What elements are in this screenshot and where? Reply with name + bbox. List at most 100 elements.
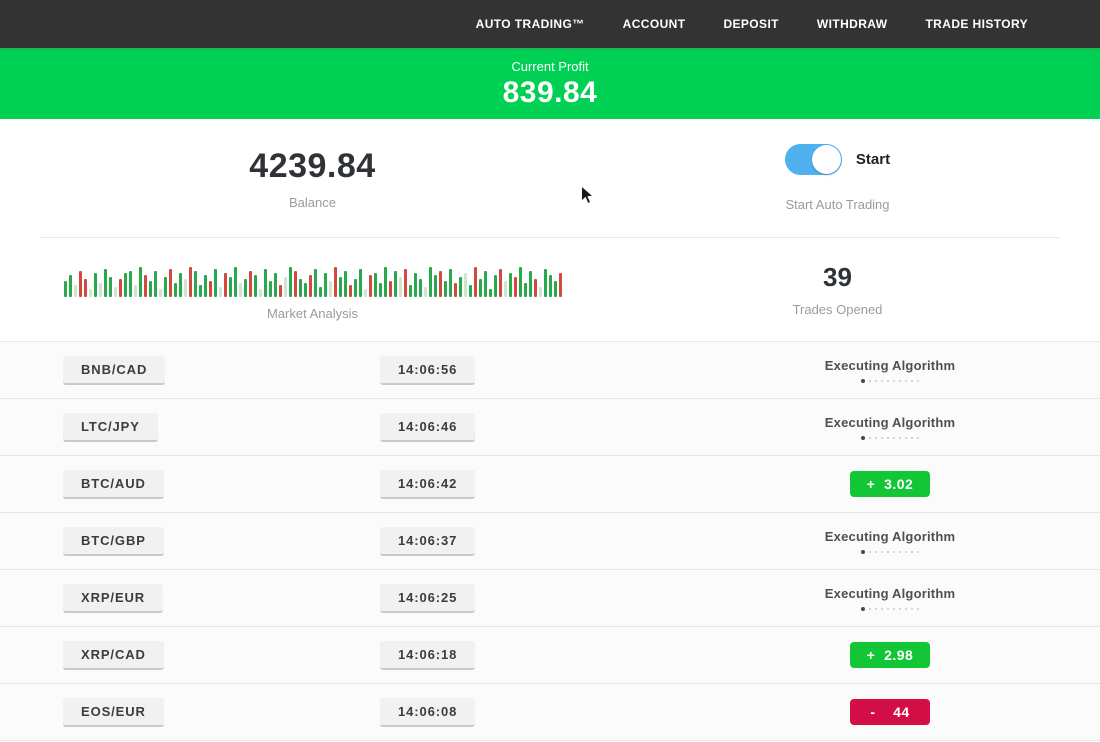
chart-bar: [154, 271, 157, 297]
loss-badge: - 44: [850, 699, 930, 725]
chart-bar: [289, 267, 292, 297]
chart-bar: [134, 285, 137, 297]
nav-item-withdraw[interactable]: WITHDRAW: [817, 17, 888, 31]
chart-bar: [284, 277, 287, 297]
chart-bar: [184, 279, 187, 297]
chart-bar: [559, 273, 562, 297]
chart-bar: [464, 273, 467, 297]
chart-bar: [214, 269, 217, 297]
time-pill: 14:06:18: [380, 641, 475, 670]
chart-bar: [519, 267, 522, 297]
status-cell: Executing Algorithm: [680, 415, 1100, 440]
chart-bar: [374, 273, 377, 297]
time-pill: 14:06:25: [380, 584, 475, 613]
chart-bar: [404, 269, 407, 297]
chart-bar: [514, 277, 517, 297]
chart-bar: [294, 271, 297, 297]
start-auto-trading-label: Start Auto Trading: [785, 197, 889, 212]
chart-bar: [329, 281, 332, 297]
status-cell: + 2.98: [680, 642, 1100, 668]
executing-algorithm-label: Executing Algorithm: [825, 415, 955, 430]
chart-bar: [249, 271, 252, 297]
time-pill: 14:06:42: [380, 470, 475, 499]
nav-item-deposit[interactable]: DEPOSIT: [723, 17, 778, 31]
chart-bar: [499, 269, 502, 297]
chart-bar: [144, 275, 147, 297]
nav-item-auto-trading-[interactable]: AUTO TRADING™: [476, 17, 585, 31]
table-row: XRP/EUR 14:06:25 Executing Algorithm: [0, 570, 1100, 627]
chart-bar: [474, 267, 477, 297]
chart-bar: [89, 289, 92, 297]
chart-bar: [109, 277, 112, 297]
top-navbar: AUTO TRADING™ ACCOUNT DEPOSIT WITHDRAW TRADE…: [0, 0, 1100, 48]
chart-bar: [529, 271, 532, 297]
current-profit-banner: Current Profit 839.84: [0, 48, 1100, 119]
chart-bar: [394, 271, 397, 297]
chart-bar: [309, 275, 312, 297]
table-row: XRP/CAD 14:06:18 + 2.98: [0, 627, 1100, 684]
chart-bar: [399, 277, 402, 297]
auto-trading-toggle[interactable]: [785, 144, 842, 175]
chart-bar: [539, 287, 542, 297]
profit-badge: + 2.98: [850, 642, 930, 668]
pair-pill: EOS/EUR: [63, 698, 164, 727]
chart-bar: [554, 281, 557, 297]
chart-bar: [304, 283, 307, 297]
chart-bar: [104, 269, 107, 297]
chart-bar: [124, 273, 127, 297]
chart-bar: [504, 281, 507, 297]
current-profit-label: Current Profit: [511, 59, 588, 74]
chart-bar: [69, 275, 72, 297]
chart-bar: [279, 285, 282, 297]
chart-bar: [479, 279, 482, 297]
trades-opened-label: Trades Opened: [793, 302, 883, 317]
chart-bar: [224, 273, 227, 297]
chart-bar: [159, 289, 162, 297]
chart-bar: [264, 269, 267, 297]
pair-pill: BTC/AUD: [63, 470, 164, 499]
chart-bar: [199, 285, 202, 297]
chart-bar: [229, 277, 232, 297]
market-analysis-label: Market Analysis: [267, 306, 358, 321]
chart-bar: [139, 267, 142, 297]
chart-bar: [524, 283, 527, 297]
balance-section: 4239.84 Balance Start Start Auto Trading: [0, 119, 1100, 237]
table-row: BTC/AUD 14:06:42 + 3.02: [0, 456, 1100, 513]
chart-bar: [99, 283, 102, 297]
nav-item-account[interactable]: ACCOUNT: [623, 17, 686, 31]
pair-pill: XRP/CAD: [63, 641, 164, 670]
current-profit-value: 839.84: [503, 76, 598, 110]
nav-item-trade-history[interactable]: TRADE HISTORY: [925, 17, 1028, 31]
table-row: LTC/JPY 14:06:46 Executing Algorithm: [0, 399, 1100, 456]
chart-bar: [209, 281, 212, 297]
toggle-knob[interactable]: [812, 145, 841, 174]
chart-bar: [369, 275, 372, 297]
pair-pill: BTC/GBP: [63, 527, 164, 556]
chart-bar: [459, 277, 462, 297]
executing-algorithm-label: Executing Algorithm: [825, 358, 955, 373]
chart-bar: [194, 271, 197, 297]
progress-dots: [861, 379, 919, 383]
chart-bar: [344, 271, 347, 297]
chart-bar: [509, 273, 512, 297]
chart-bar: [84, 279, 87, 297]
status-cell: Executing Algorithm: [680, 358, 1100, 383]
status-cell: + 3.02: [680, 471, 1100, 497]
chart-bar: [439, 271, 442, 297]
chart-bar: [119, 279, 122, 297]
progress-dots: [861, 607, 919, 611]
chart-bar: [424, 287, 427, 297]
chart-bar: [274, 273, 277, 297]
chart-bar: [244, 279, 247, 297]
chart-bar: [379, 283, 382, 297]
chart-bar: [324, 273, 327, 297]
profit-badge: + 3.02: [850, 471, 930, 497]
status-cell: - 44: [680, 699, 1100, 725]
chart-bar: [484, 271, 487, 297]
chart-bar: [534, 279, 537, 297]
chart-bar: [234, 267, 237, 297]
trades-table: BNB/CAD 14:06:56 Executing Algorithm LTC…: [0, 341, 1100, 741]
chart-bar: [129, 271, 132, 297]
chart-bar: [239, 283, 242, 297]
progress-dots: [861, 436, 919, 440]
